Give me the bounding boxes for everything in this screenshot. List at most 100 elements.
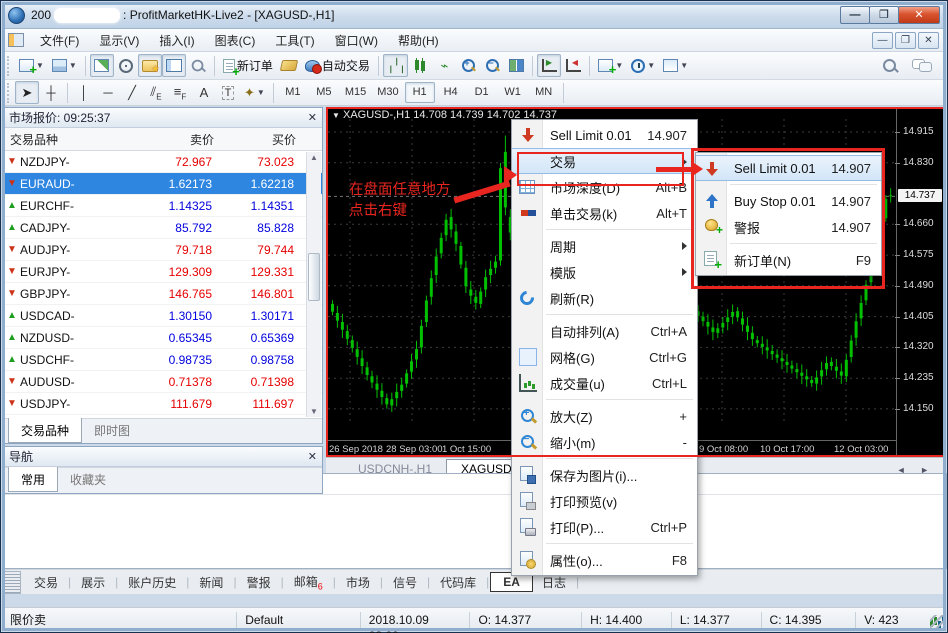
- scroll-up-icon[interactable]: ▲: [307, 153, 321, 162]
- market-watch-row-usdcad[interactable]: ▲USDCAD-1.301501.30171: [4, 305, 322, 327]
- scrollbar-thumb[interactable]: [308, 253, 320, 301]
- data-window-button[interactable]: [186, 54, 210, 77]
- crosshair-button[interactable]: ┼: [39, 81, 63, 104]
- timeframe-d1-button[interactable]: D1: [467, 82, 497, 103]
- resize-grip[interactable]: [930, 615, 944, 629]
- market-watch-row-audusd[interactable]: ▼AUDUSD-0.713780.71398: [4, 371, 322, 393]
- context-menu-item-3[interactable]: 单击交易(k)Alt+T: [512, 200, 697, 226]
- close-icon[interactable]: ✕: [308, 450, 317, 463]
- market-watch-tab[interactable]: 交易品种: [8, 418, 82, 443]
- toolbar-grip[interactable]: [7, 83, 12, 103]
- terminal-tab-item1[interactable]: 展示: [72, 571, 114, 594]
- context-menu-item-20[interactable]: 属性(o)...F8: [512, 547, 697, 573]
- context-menu-item-7[interactable]: 刷新(R): [512, 285, 697, 311]
- market-watch-row-cadjpy[interactable]: ▲CADJPY-85.79285.828: [4, 217, 322, 239]
- menu-f[interactable]: 文件(F): [30, 29, 89, 52]
- periods-button[interactable]: ▼: [627, 54, 659, 77]
- shapes-button[interactable]: ✦▼: [240, 81, 269, 104]
- price-axis[interactable]: 14.91514.83014.66014.57514.49014.40514.3…: [896, 107, 945, 457]
- market-watch-row-eurjpy[interactable]: ▼EURJPY-129.309129.331: [4, 261, 322, 283]
- trade-submenu-item-2[interactable]: Buy Stop 0.0114.907: [696, 188, 881, 214]
- close-icon[interactable]: ✕: [308, 111, 317, 124]
- market-watch-scrollbar[interactable]: ▲ ▼: [306, 152, 321, 417]
- indicators-button[interactable]: ▼: [594, 54, 627, 77]
- market-watch-row-nzdjpy[interactable]: ▼NZDJPY-72.96773.023: [4, 151, 322, 173]
- navigator-tab[interactable]: 收藏夹: [58, 468, 118, 491]
- context-menu-item-5[interactable]: 周期: [512, 233, 697, 259]
- market-watch-row-euraud[interactable]: ▼EURAUD-1.621731.62218: [4, 173, 322, 195]
- context-menu-item-9[interactable]: 自动排列(A)Ctrl+A: [512, 318, 697, 344]
- mdi-close-button[interactable]: ✕: [918, 32, 939, 49]
- market-watch-row-usdjpy[interactable]: ▼USDJPY-111.679111.697: [4, 393, 322, 415]
- line-chart-button[interactable]: ⌁: [432, 54, 456, 77]
- context-menu-item-14[interactable]: −缩小(m)-: [512, 429, 697, 455]
- timeframe-m5-button[interactable]: M5: [309, 82, 339, 103]
- context-menu-item-11[interactable]: 成交量(u)Ctrl+L: [512, 370, 697, 396]
- market-watch-row-gbpjpy[interactable]: ▼GBPJPY-146.765146.801: [4, 283, 322, 305]
- restore-button[interactable]: ❐: [869, 6, 899, 24]
- terminal-tab-item6[interactable]: 市场: [337, 571, 379, 594]
- menu-v[interactable]: 显示(V): [89, 29, 149, 52]
- channel-button[interactable]: ⫽E: [144, 81, 168, 104]
- terminal-tab-item4[interactable]: 警报: [238, 571, 280, 594]
- favorites-button[interactable]: [138, 54, 162, 77]
- menu-w[interactable]: 窗口(W): [325, 29, 388, 52]
- status-template[interactable]: Default: [237, 612, 361, 628]
- terminal-tab-item8[interactable]: 代码库: [431, 571, 485, 594]
- menu-c[interactable]: 图表(C): [205, 29, 266, 52]
- timeframe-mn-button[interactable]: MN: [529, 82, 559, 103]
- market-watch-button[interactable]: [162, 54, 186, 77]
- terminal-tab-item2[interactable]: 账户历史: [119, 571, 185, 594]
- context-menu-item-18[interactable]: 打印(P)...Ctrl+P: [512, 514, 697, 540]
- new-chart-button[interactable]: ▼: [15, 54, 48, 77]
- terminal-tab-item7[interactable]: 信号: [384, 571, 426, 594]
- shift-chart-button[interactable]: [537, 54, 561, 77]
- menu-h[interactable]: 帮助(H): [388, 29, 449, 52]
- text-label-button[interactable]: T: [216, 81, 240, 104]
- parcel-button[interactable]: [277, 54, 301, 77]
- zoom-in-button[interactable]: +: [456, 54, 480, 77]
- bar-chart-button[interactable]: ╷╵╷: [383, 54, 408, 77]
- zoom-out-button[interactable]: −: [480, 54, 504, 77]
- menu-t[interactable]: 工具(T): [265, 29, 324, 52]
- timeframe-w1-button[interactable]: W1: [498, 82, 528, 103]
- autotrade-button[interactable]: 自动交易: [301, 54, 374, 77]
- terminal-dock-button[interactable]: [4, 571, 21, 594]
- terminal-tab-item0[interactable]: 交易: [25, 571, 67, 594]
- candlestick-button[interactable]: [408, 54, 432, 77]
- menu-i[interactable]: 插入(I): [149, 29, 204, 52]
- fibonacci-button[interactable]: ≡F: [168, 81, 192, 104]
- trade-submenu-item-0[interactable]: Sell Limit 0.0114.907: [696, 155, 881, 181]
- timeframe-h1-button[interactable]: H1: [405, 82, 435, 103]
- context-menu-item-17[interactable]: 打印预览(v): [512, 488, 697, 514]
- toolbar-grip[interactable]: [7, 56, 12, 76]
- auto-scroll-button[interactable]: [561, 54, 585, 77]
- minimize-button[interactable]: —: [840, 6, 870, 24]
- scroll-down-icon[interactable]: ▼: [307, 407, 321, 416]
- market-watch-row-audjpy[interactable]: ▼AUDJPY-79.71879.744: [4, 239, 322, 261]
- tile-windows-button[interactable]: [504, 54, 528, 77]
- templates-button[interactable]: ▼: [659, 54, 692, 77]
- search-icon[interactable]: [882, 58, 898, 74]
- terminal-tab-item5[interactable]: 邮箱6: [285, 570, 332, 594]
- mdi-restore-button[interactable]: ❐: [895, 32, 916, 49]
- context-menu-item-16[interactable]: 保存为图片(i)...: [512, 462, 697, 488]
- cursor-button[interactable]: ➤: [15, 81, 39, 104]
- crosshair-target-button[interactable]: [114, 54, 138, 77]
- timeframe-h4-button[interactable]: H4: [436, 82, 466, 103]
- timeframe-m30-button[interactable]: M30: [372, 82, 403, 103]
- timeframe-m15-button[interactable]: M15: [340, 82, 371, 103]
- mdi-minimize-button[interactable]: —: [872, 32, 893, 49]
- chevron-down-icon[interactable]: ▼: [332, 111, 340, 120]
- context-menu-item-6[interactable]: 模版: [512, 259, 697, 285]
- chat-icon[interactable]: [912, 58, 930, 71]
- market-watch-row-usdchf[interactable]: ▲USDCHF-0.987350.98758: [4, 349, 322, 371]
- navigator-tab[interactable]: 常用: [8, 467, 58, 492]
- timeframe-m1-button[interactable]: M1: [278, 82, 308, 103]
- market-watch-tab[interactable]: 即时图: [82, 419, 142, 442]
- new-order-button[interactable]: 新订单: [219, 54, 277, 77]
- market-watch-row-nzdusd[interactable]: ▲NZDUSD-0.653450.65369: [4, 327, 322, 349]
- horizontal-line-button[interactable]: ─: [96, 81, 120, 104]
- context-menu-item-0[interactable]: Sell Limit 0.0114.907: [512, 122, 697, 148]
- context-menu-item-2[interactable]: 市场深度(D)Alt+B: [512, 174, 697, 200]
